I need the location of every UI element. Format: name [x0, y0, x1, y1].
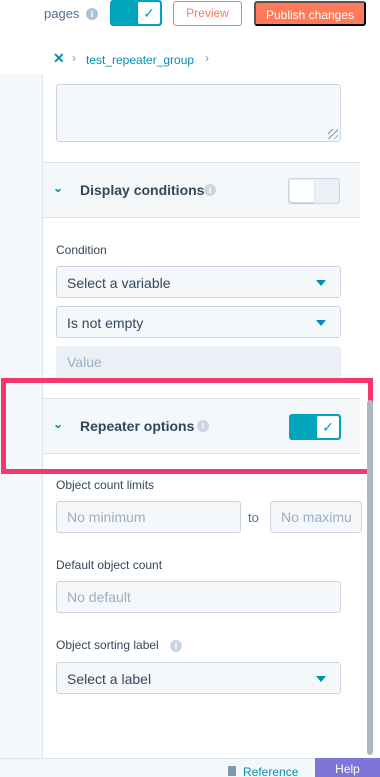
publish-changes-button[interactable]: Publish changes [254, 1, 366, 26]
operator-select-value: Is not empty [67, 315, 144, 331]
display-conditions-header[interactable]: ⌄ Display conditions i [43, 162, 360, 218]
condition-label: Condition [56, 243, 107, 257]
info-icon[interactable]: i [197, 420, 209, 432]
max-count-input[interactable] [271, 502, 361, 532]
info-icon[interactable]: i [204, 184, 216, 196]
to-label: to [248, 510, 259, 525]
preview-button[interactable]: Preview [173, 1, 242, 26]
default-count-field[interactable] [56, 581, 341, 613]
chevron-down-icon[interactable]: ⌄ [53, 181, 63, 195]
text-area[interactable] [56, 84, 341, 142]
min-count-field[interactable] [56, 501, 241, 533]
repeater-options-title: Repeater options [80, 418, 195, 434]
value-input[interactable] [57, 347, 340, 377]
chevron-right-icon: › [72, 51, 76, 65]
help-button[interactable]: Help [315, 758, 380, 777]
display-conditions-toggle[interactable] [288, 178, 340, 204]
min-count-input[interactable] [57, 502, 240, 532]
pages-label: pages [44, 6, 80, 21]
close-icon[interactable]: ✕ [53, 50, 65, 67]
resize-handle-icon[interactable] [328, 129, 338, 139]
default-count-input[interactable] [57, 582, 340, 612]
default-count-label: Default object count [56, 558, 163, 572]
caret-down-icon [316, 320, 326, 326]
top-bar: pages i ✓ Preview Publish changes [0, 0, 380, 34]
max-count-field[interactable] [270, 501, 362, 533]
left-gutter [0, 74, 42, 777]
variable-select-value: Select a variable [67, 275, 171, 291]
checkmark-icon: ✓ [317, 416, 339, 438]
chevron-right-icon: › [205, 51, 209, 65]
breadcrumb: ✕ › test_repeater_group › [0, 44, 380, 74]
chevron-down-icon[interactable]: ⌄ [53, 417, 63, 431]
sorting-label: Object sorting label [56, 638, 159, 652]
sorting-select-value: Select a label [67, 671, 152, 687]
object-count-limits-label: Object count limits [56, 478, 155, 492]
reference-link[interactable]: Reference [243, 765, 298, 777]
repeater-options-toggle[interactable]: ✓ [289, 414, 341, 440]
caret-down-icon [316, 676, 326, 682]
breadcrumb-module-link[interactable]: test_repeater_group [86, 53, 194, 67]
scrollbar[interactable] [367, 400, 373, 755]
operator-select[interactable]: Is not empty [56, 306, 341, 338]
variable-select[interactable]: Select a variable [56, 266, 341, 298]
sorting-label-select[interactable]: Select a label [56, 662, 341, 694]
checkmark-icon: ✓ [138, 2, 160, 24]
display-conditions-title: Display conditions [80, 182, 205, 198]
repeater-options-header[interactable]: ⌄ Repeater options i ✓ [43, 398, 360, 454]
toggle-knob [290, 180, 314, 202]
info-icon[interactable]: i [86, 8, 98, 20]
info-icon[interactable]: i [170, 640, 182, 652]
book-icon [228, 766, 236, 776]
value-field[interactable] [56, 346, 341, 378]
pages-toggle[interactable]: ✓ [110, 0, 162, 26]
caret-down-icon [316, 280, 326, 286]
